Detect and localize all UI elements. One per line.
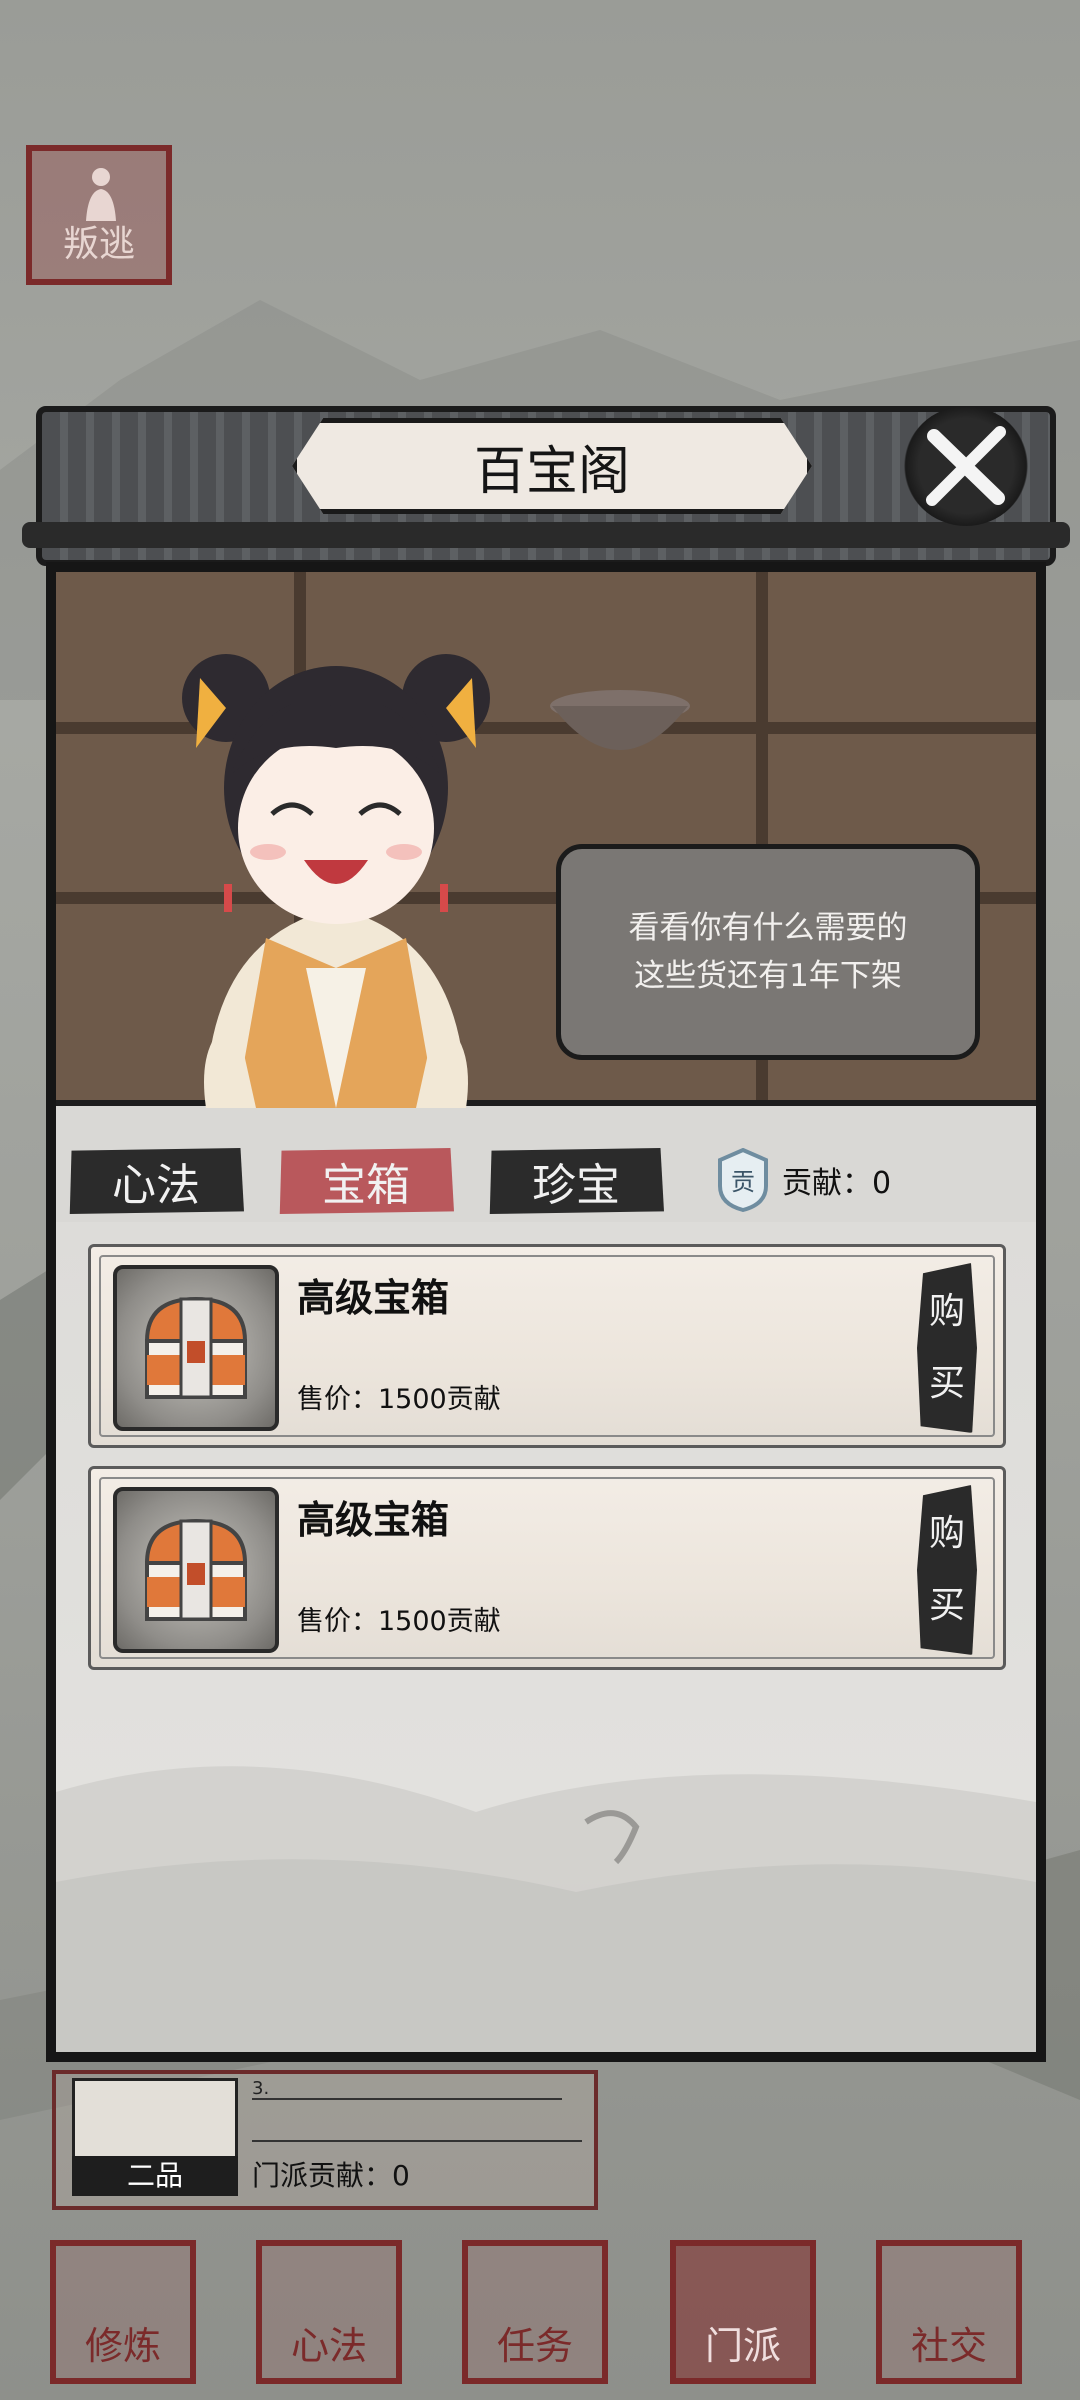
buy-label: 买 bbox=[928, 1585, 965, 1626]
shopkeeper-avatar bbox=[182, 654, 490, 1108]
buy-button[interactable]: 购 买 bbox=[917, 1485, 977, 1655]
shop-tabs: 心法 宝箱 珍宝 贡 贡献：0 bbox=[56, 1112, 1036, 1222]
tab-chests[interactable]: 宝箱 bbox=[279, 1148, 454, 1214]
dialogue-line-2: 这些货还有1年下架 bbox=[634, 958, 902, 994]
treasure-chest-icon bbox=[144, 1518, 248, 1621]
modal-title-plaque: 百宝阁 bbox=[292, 418, 812, 514]
shop-scene: 看看你有什么需要的 这些货还有1年下架 bbox=[56, 572, 1036, 1108]
tab-label: 宝箱 bbox=[322, 1160, 410, 1211]
list-landscape bbox=[56, 1766, 1036, 2052]
chest-icon bbox=[113, 1487, 279, 1653]
buy-label: 购 bbox=[928, 1513, 965, 1554]
tab-label: 心法 bbox=[112, 1160, 200, 1211]
item-name: 高级宝箱 bbox=[297, 1276, 450, 1320]
npc-speech-bubble: 看看你有什么需要的 这些货还有1年下架 bbox=[556, 844, 980, 1060]
dialogue-line-1: 看看你有什么需要的 bbox=[628, 910, 908, 946]
modal-title: 百宝阁 bbox=[473, 441, 630, 502]
tab-label: 珍宝 bbox=[532, 1160, 620, 1211]
shop-item: 高级宝箱 售价：1500贡献 购 买 bbox=[88, 1244, 1006, 1448]
modal-frame: 看看你有什么需要的 这些货还有1年下架 心法 宝箱 珍宝 贡 贡献：0 高级宝箱… bbox=[46, 562, 1046, 2062]
buy-label: 买 bbox=[928, 1363, 965, 1404]
buy-button[interactable]: 购 买 bbox=[917, 1263, 977, 1433]
shop-item: 高级宝箱 售价：1500贡献 购 买 bbox=[88, 1466, 1006, 1670]
contribution-label: 贡献：0 bbox=[782, 1166, 892, 1201]
roof-eave bbox=[22, 522, 1070, 548]
treasure-chest-icon bbox=[144, 1296, 248, 1399]
close-icon bbox=[926, 426, 1006, 506]
item-price: 售价：1500贡献 bbox=[297, 1384, 501, 1415]
item-price: 售价：1500贡献 bbox=[297, 1606, 501, 1637]
tab-methods[interactable]: 心法 bbox=[69, 1148, 244, 1214]
contribution-display: 贡 贡献：0 bbox=[716, 1140, 891, 1220]
close-button[interactable] bbox=[904, 406, 1028, 526]
bowl-icon bbox=[550, 690, 690, 750]
svg-text:贡: 贡 bbox=[731, 1168, 755, 1196]
contribution-badge-icon: 贡 bbox=[718, 1148, 768, 1212]
item-name: 高级宝箱 bbox=[297, 1498, 450, 1542]
chest-icon bbox=[113, 1265, 279, 1431]
buy-label: 购 bbox=[928, 1291, 965, 1332]
tab-treasures[interactable]: 珍宝 bbox=[489, 1148, 664, 1214]
treasure-shop-modal: 百宝阁 看看你有什么需要的 这些货还有1年下架 心法 宝箱 珍宝 贡 贡献：0 … bbox=[22, 392, 1070, 2072]
